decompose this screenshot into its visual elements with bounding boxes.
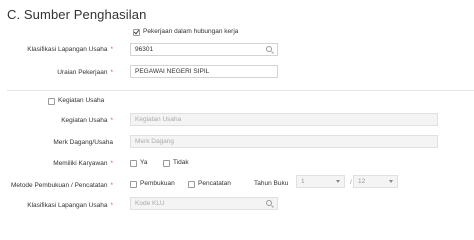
karyawan-tidak-checkbox[interactable] bbox=[163, 160, 170, 167]
tahun-buku-label: Tahun Buku bbox=[254, 180, 289, 187]
business-klu-label: Klasifikasi Lapangan Usaha * bbox=[27, 202, 113, 209]
merk-field[interactable]: Merk Dagang bbox=[130, 135, 438, 148]
section-title: C. Sumber Penghasilan bbox=[7, 7, 147, 22]
merk-label: Merk Dagang/Usaha bbox=[53, 139, 113, 146]
business-checkbox[interactable] bbox=[48, 98, 55, 105]
klu-field[interactable]: 96301 bbox=[130, 43, 278, 56]
search-icon[interactable] bbox=[266, 46, 272, 52]
employment-checkbox[interactable] bbox=[133, 29, 140, 36]
pencatatan-label: Pencatatan bbox=[198, 180, 231, 187]
uraian-label: Uraian Pekerjaan * bbox=[57, 69, 113, 76]
section-divider bbox=[7, 90, 474, 91]
tahun-buku-start-select[interactable]: 1 bbox=[296, 175, 345, 188]
business-klu-field[interactable]: Kode KLU bbox=[130, 197, 278, 210]
karyawan-ya-label: Ya bbox=[140, 159, 148, 166]
tahun-buku-separator: / bbox=[350, 179, 352, 186]
uraian-field[interactable]: PEGAWAI NEGERI SIPIL bbox=[130, 65, 278, 78]
kegiatan-label: Kegiatan Usaha * bbox=[61, 117, 113, 124]
klu-label: Klasifikasi Lapangan Usaha * bbox=[27, 46, 113, 53]
pembukuan-label: Pembukuan bbox=[140, 180, 175, 187]
search-icon[interactable] bbox=[266, 200, 272, 206]
karyawan-ya-checkbox[interactable] bbox=[130, 160, 137, 167]
pencatatan-checkbox[interactable] bbox=[188, 181, 195, 188]
pembukuan-checkbox[interactable] bbox=[130, 181, 137, 188]
chevron-down-icon bbox=[389, 180, 393, 183]
metode-label: Metode Pembukuan / Pencatatan * bbox=[10, 182, 113, 189]
karyawan-label: Memiliki Karyawan * bbox=[53, 160, 113, 167]
kegiatan-field[interactable]: Kegiatan Usaha bbox=[130, 113, 438, 126]
employment-checkbox-label: Pekerjaan dalam hubungan kerja bbox=[143, 28, 239, 35]
karyawan-tidak-label: Tidak bbox=[173, 159, 189, 166]
business-checkbox-label: Kegiatan Usaha bbox=[58, 97, 105, 104]
chevron-down-icon bbox=[336, 180, 340, 183]
tahun-buku-end-select[interactable]: 12 bbox=[353, 175, 398, 188]
